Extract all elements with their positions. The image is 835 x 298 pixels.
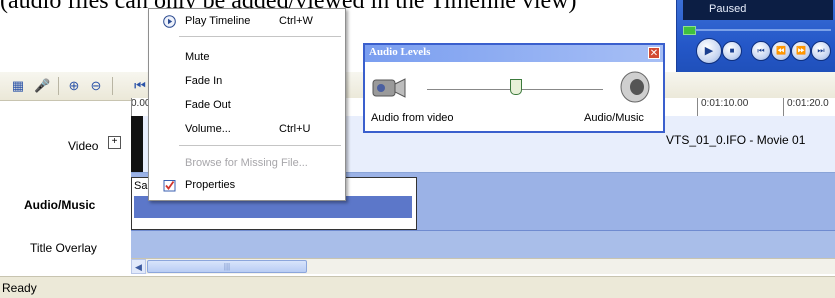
menu-item-fade-in[interactable]: Fade In xyxy=(149,71,345,93)
narrate-timeline-icon[interactable]: 🎤 xyxy=(34,78,50,94)
scroll-left-icon[interactable]: ◀ xyxy=(131,259,146,274)
toolbar-divider xyxy=(58,77,59,95)
zoom-in-icon[interactable]: ⊕ xyxy=(66,78,82,94)
menu-item-play-timeline[interactable]: Play Timeline Ctrl+W xyxy=(149,11,345,33)
expand-track-icon[interactable]: + xyxy=(108,136,121,149)
status-text: Ready xyxy=(2,281,37,295)
playback-monitor: Paused ▶ ■ ⏮ ⏪ ⏩ ⏭ xyxy=(676,0,835,76)
track-label-audio: Audio/Music xyxy=(24,198,96,212)
audio-from-video-label: Audio from video xyxy=(371,112,454,124)
play-button[interactable]: ▶ xyxy=(696,38,722,64)
balance-slider-thumb[interactable] xyxy=(510,79,522,95)
ruler-tick xyxy=(131,98,132,116)
menu-item-volume[interactable]: Volume... Ctrl+U xyxy=(149,119,345,141)
dialog-titlebar[interactable]: Audio Levels ✕ xyxy=(365,45,663,62)
status-bar: Ready xyxy=(0,276,835,298)
menu-separator xyxy=(179,145,341,146)
timeline-horizontal-scrollbar[interactable]: ◀ ||| xyxy=(131,258,835,274)
monitor-screen: Paused xyxy=(683,0,833,20)
seek-bar[interactable] xyxy=(695,29,831,31)
track-header-column: Video + Audio/Music Title Overlay xyxy=(0,116,131,258)
menu-item-browse-missing-file: Browse for Missing File... xyxy=(185,157,308,169)
monitor-status: Paused xyxy=(709,3,747,15)
rewind-timeline-icon[interactable]: ⏮ xyxy=(132,78,148,94)
menu-item-properties[interactable]: Properties xyxy=(149,175,345,197)
zoom-out-icon[interactable]: ⊖ xyxy=(88,78,104,94)
previous-button[interactable]: ⏮ xyxy=(751,41,771,61)
toolbar-divider xyxy=(112,77,113,95)
ruler-label: 0:01:10.00 xyxy=(701,98,749,109)
video-clip-thumbnail[interactable] xyxy=(131,116,143,172)
dialog-title: Audio Levels xyxy=(369,46,431,58)
close-icon[interactable]: ✕ xyxy=(648,47,660,59)
next-button[interactable]: ⏭ xyxy=(811,41,831,61)
menu-item-fade-out[interactable]: Fade Out xyxy=(149,95,345,117)
ruler-tick xyxy=(697,98,698,116)
audio-levels-dialog: Audio Levels ✕ Audio from video Audio/Mu… xyxy=(363,43,665,133)
track-label-video: Video xyxy=(68,139,99,153)
rewind-button[interactable]: ⏪ xyxy=(771,41,791,61)
scrollbar-thumb[interactable]: ||| xyxy=(147,260,307,273)
properties-icon xyxy=(163,180,176,192)
stop-button[interactable]: ■ xyxy=(722,41,742,61)
fast-forward-button[interactable]: ⏩ xyxy=(791,41,811,61)
context-menu: Play Timeline Ctrl+W Mute Fade In Fade O… xyxy=(148,8,346,201)
menu-separator xyxy=(179,36,341,37)
ruler-tick xyxy=(783,98,784,116)
menu-item-mute[interactable]: Mute xyxy=(149,47,345,69)
speaker-icon xyxy=(620,71,650,103)
video-camera-icon xyxy=(372,78,406,98)
track-label-title-overlay: Title Overlay xyxy=(30,241,97,255)
title-overlay-track[interactable] xyxy=(131,230,835,258)
storyboard-view-icon[interactable]: ▦ xyxy=(10,78,26,94)
video-clip-label: VTS_01_0.IFO - Movie 01 xyxy=(666,133,806,147)
audio-music-label: Audio/Music xyxy=(584,112,644,124)
play-icon xyxy=(163,15,176,28)
ruler-label: 0:01:20.0 xyxy=(787,98,829,109)
